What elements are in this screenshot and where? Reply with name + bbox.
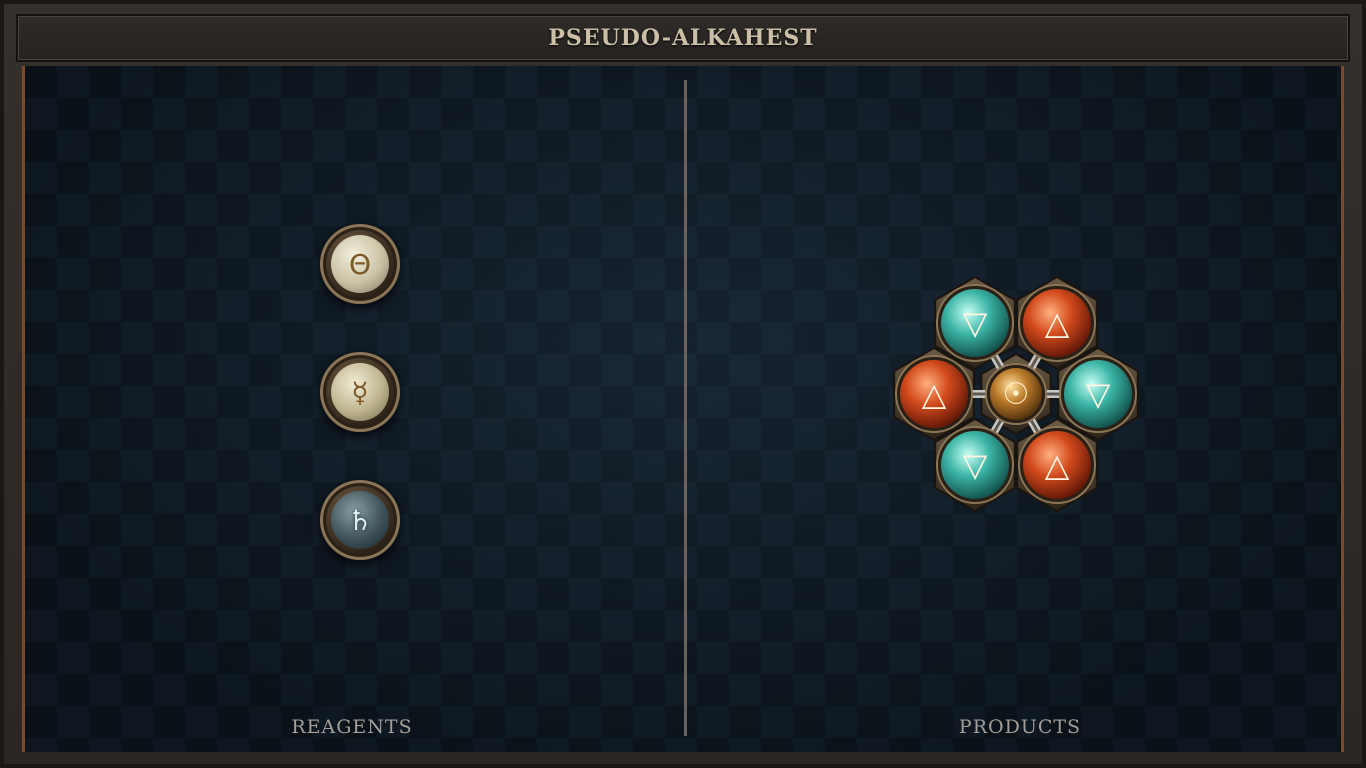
lead-glyph-icon: ♄ bbox=[331, 491, 389, 549]
reaction-board: Θ ☿ ♄ REAGENTS ▽ △ ▽ △ ▽ △ ☉ PRODUCTS bbox=[22, 66, 1344, 752]
quicksilver-glyph-icon: ☿ bbox=[331, 363, 389, 421]
reagent-salt[interactable]: Θ bbox=[320, 224, 400, 304]
salt-glyph-icon: Θ bbox=[331, 235, 389, 293]
reagents-label: REAGENTS bbox=[291, 716, 413, 738]
water-glyph-icon: ▽ bbox=[963, 304, 988, 342]
product-molecule[interactable]: ▽ △ ▽ △ ▽ △ ☉ bbox=[891, 274, 1141, 514]
puzzle-title: PSEUDO-ALKAHEST bbox=[548, 25, 818, 51]
molecule-svg: ▽ △ ▽ △ ▽ △ ☉ bbox=[893, 275, 1139, 513]
title-bar: PSEUDO-ALKAHEST bbox=[16, 14, 1350, 62]
fire-glyph-icon: △ bbox=[1045, 446, 1070, 484]
water-glyph-icon: ▽ bbox=[963, 446, 988, 484]
fire-glyph-icon: △ bbox=[1045, 304, 1070, 342]
gold-glyph-icon: ☉ bbox=[1003, 377, 1030, 412]
water-glyph-icon: ▽ bbox=[1086, 375, 1111, 413]
reagent-lead[interactable]: ♄ bbox=[320, 480, 400, 560]
products-label: PRODUCTS bbox=[958, 716, 1082, 738]
reagent-quicksilver[interactable]: ☿ bbox=[320, 352, 400, 432]
fire-glyph-icon: △ bbox=[922, 375, 947, 413]
section-divider bbox=[684, 80, 687, 736]
